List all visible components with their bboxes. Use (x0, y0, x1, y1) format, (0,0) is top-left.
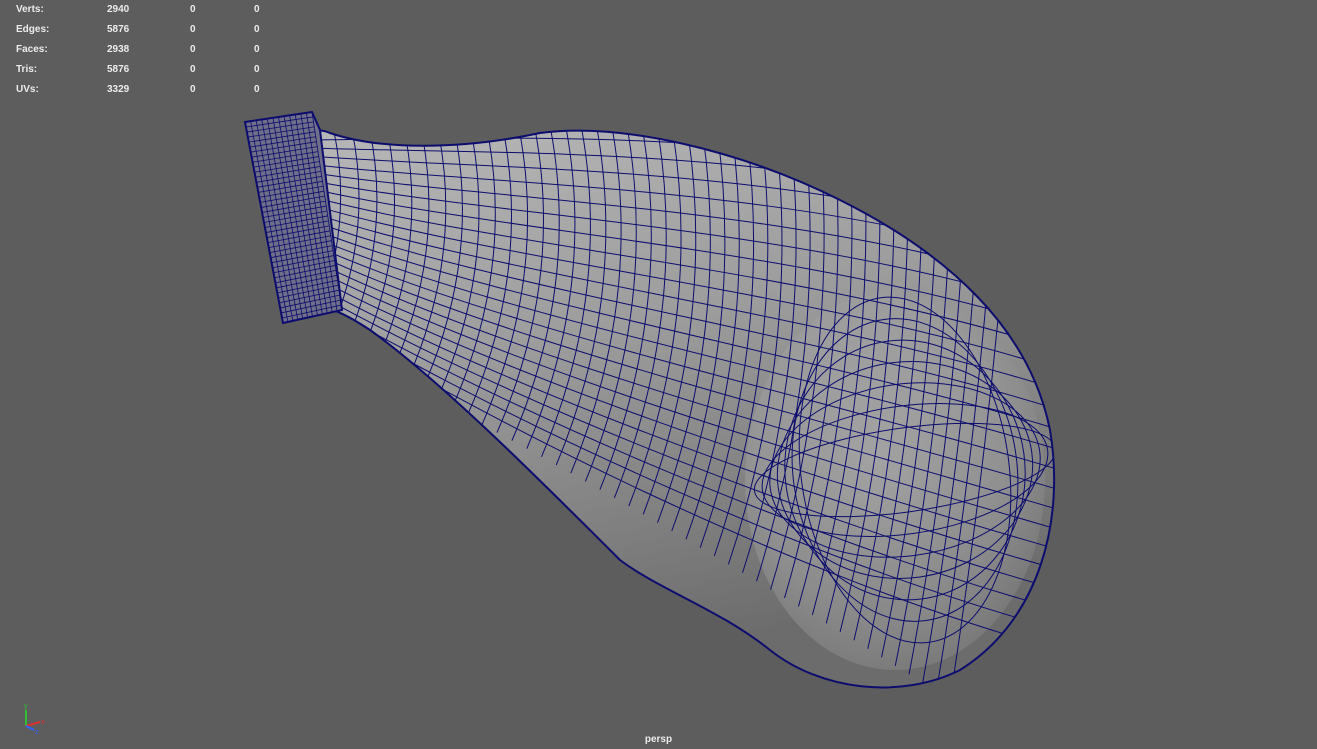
hud-row-value: 0 (254, 24, 260, 35)
hud-row-value: 0 (254, 64, 260, 75)
hud-row: Faces: 2938 0 0 (16, 40, 276, 60)
x-axis-line (25, 721, 41, 727)
hud-row: Verts: 2940 0 0 (16, 0, 276, 20)
x-axis-label: x (41, 719, 45, 726)
mesh-body (280, 129, 1056, 689)
hud-row: Tris: 5876 0 0 (16, 60, 276, 80)
hud-row: UVs: 3329 0 0 (16, 80, 276, 100)
hud-row-value: 0 (190, 24, 196, 35)
hud-row-value: 5876 (107, 24, 130, 35)
hud-row-value: 2938 (107, 44, 130, 55)
hud-row-value: 0 (190, 64, 196, 75)
axis-gizmo: y x z (24, 703, 45, 736)
hud-row-value: 0 (190, 4, 196, 15)
hud-row-label: Faces: (16, 44, 48, 55)
hud-row-value: 3329 (107, 84, 130, 95)
poly-count-hud: Verts: 2940 0 0 Edges: 5876 0 0 Faces: 2938 0 0 Tris… (16, 0, 276, 100)
perspective-viewport[interactable]: Verts: 2940 0 0 Edges: 5876 0 0 Faces: 2938 0 0 Tris… (0, 0, 1317, 749)
hud-row: Edges: 5876 0 0 (16, 20, 276, 40)
hud-row-value: 5876 (107, 64, 130, 75)
hud-row-value: 0 (254, 84, 260, 95)
hud-row-value: 0 (254, 4, 260, 15)
hud-row-label: Tris: (16, 64, 38, 75)
mesh-model[interactable] (0, 0, 1317, 749)
y-axis-label: y (24, 703, 28, 710)
hud-row-label: UVs: (16, 84, 39, 95)
hud-row-value: 0 (190, 44, 196, 55)
hud-row-value: 0 (254, 44, 260, 55)
hud-row-value: 0 (190, 84, 196, 95)
camera-name-label: persp (644, 734, 673, 745)
hud-row-value: 2940 (107, 4, 130, 15)
hud-row-label: Verts: (16, 4, 44, 15)
z-axis-line (25, 725, 35, 731)
hud-row-label: Edges: (16, 24, 50, 35)
